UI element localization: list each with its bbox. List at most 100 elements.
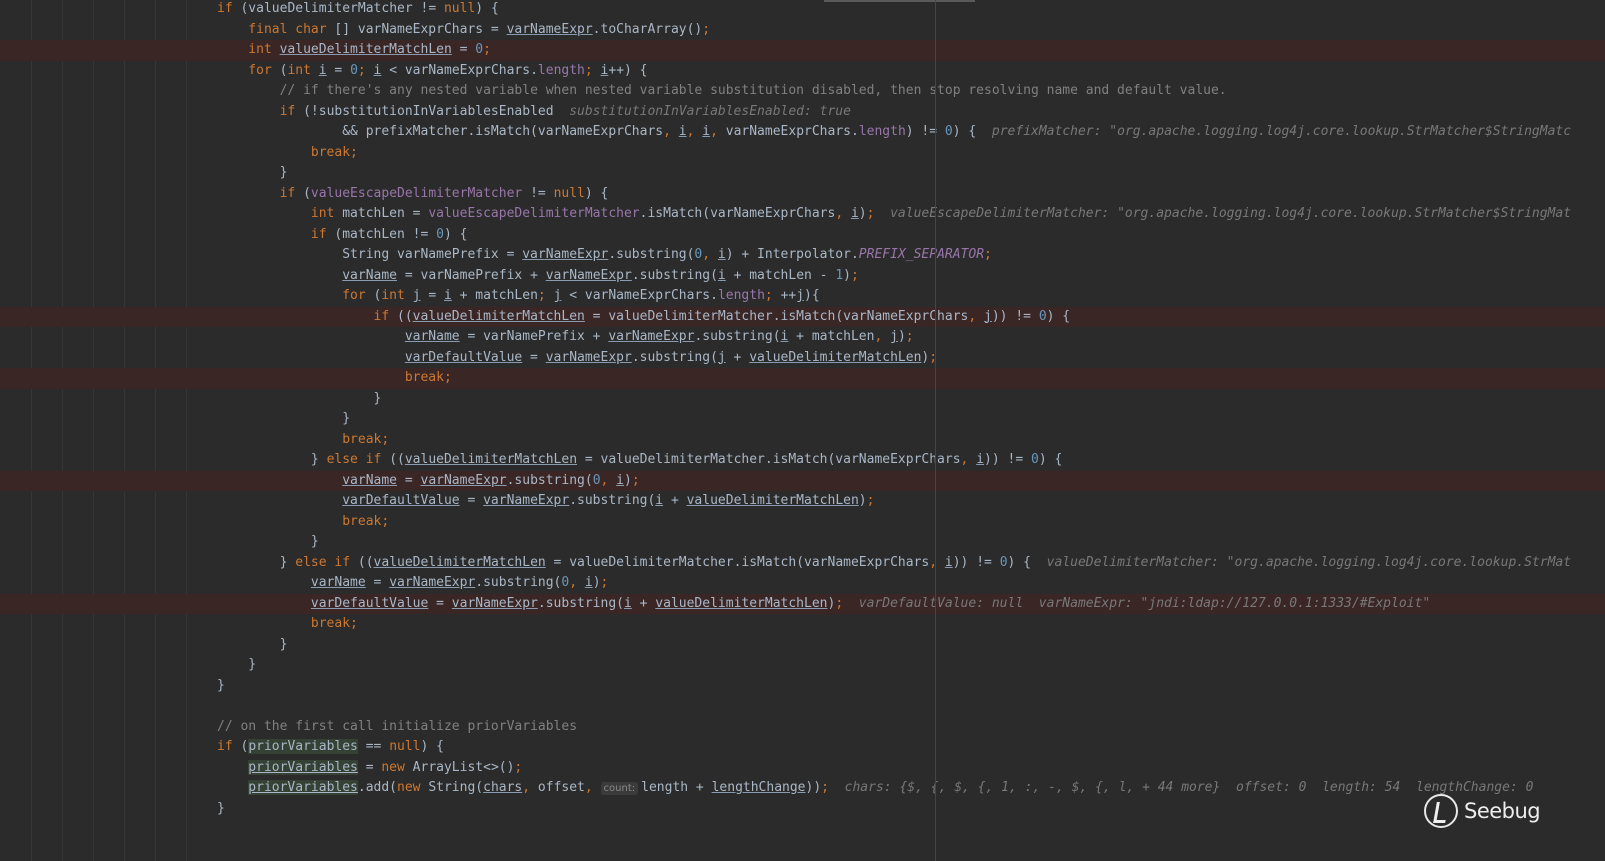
- code-line[interactable]: int matchLen = valueEscapeDelimiterMatch…: [0, 204, 1605, 225]
- code-line[interactable]: for (int i = 0; i < varNameExprChars.len…: [0, 61, 1605, 82]
- code-token: varDefaultValue: [404, 349, 523, 365]
- parameter-hint: count:: [600, 782, 639, 795]
- code-token: new: [381, 759, 413, 775]
- code-token: ((: [397, 308, 413, 324]
- code-token: 1: [835, 267, 844, 283]
- code-token: +: [631, 595, 656, 611]
- code-token: ,: [710, 124, 726, 139]
- code-token: j: [412, 288, 421, 303]
- line-text: varName = varNamePrefix + varNameExpr.su…: [217, 327, 914, 348]
- code-line[interactable]: varDefaultValue = varNameExpr.substring(…: [0, 348, 1605, 369]
- code-token: .isMatch(varNameExprChars: [639, 206, 836, 221]
- code-token: ,: [968, 308, 985, 324]
- code-line[interactable]: }: [0, 655, 1605, 676]
- code-editor[interactable]: if (valueDelimiterMatcher != null) {fina…: [0, 0, 1605, 819]
- code-line[interactable]: varName = varNameExpr.substring(0, i);: [0, 573, 1605, 594]
- code-token: + matchLen: [788, 329, 875, 344]
- code-line[interactable]: if (!substitutionInVariablesEnabled subs…: [0, 102, 1605, 123]
- code-line[interactable]: break;: [0, 430, 1605, 451]
- code-line[interactable]: } else if ((valueDelimiterMatchLen = val…: [0, 450, 1605, 471]
- watermark-text: Seebug: [1464, 799, 1541, 823]
- code-token: ArrayList<>(): [412, 759, 515, 775]
- code-line[interactable]: // if there's any nested variable when n…: [0, 81, 1605, 102]
- code-line[interactable]: varName = varNamePrefix + varNameExpr.su…: [0, 327, 1605, 348]
- code-line[interactable]: && prefixMatcher.isMatch(varNameExprChar…: [0, 122, 1605, 143]
- code-token: (: [303, 185, 311, 201]
- code-token: valueEscapeDelimiterMatcher: [310, 185, 523, 201]
- code-line[interactable]: varDefaultValue = varNameExpr.substring(…: [0, 491, 1605, 512]
- code-token: break;: [310, 616, 358, 631]
- code-line[interactable]: [0, 696, 1605, 717]
- code-token: int: [381, 288, 413, 303]
- code-token: ) {: [475, 1, 499, 16]
- code-token: }: [217, 677, 225, 693]
- line-text: varDefaultValue = varNameExpr.substring(…: [217, 491, 874, 512]
- line-text: int valueDelimiterMatchLen = 0;: [217, 40, 491, 61]
- code-token: i: [443, 288, 452, 303]
- code-token: ;: [483, 42, 491, 57]
- code-line[interactable]: priorVariables = new ArrayList<>();: [0, 758, 1605, 779]
- code-token: ,: [584, 780, 601, 795]
- code-line[interactable]: }: [0, 409, 1605, 430]
- code-line-breakpoint[interactable]: int valueDelimiterMatchLen = 0;: [0, 40, 1605, 61]
- code-line[interactable]: break;: [0, 143, 1605, 164]
- code-token: length: [858, 124, 906, 139]
- code-token: j: [984, 308, 992, 324]
- code-line[interactable]: }: [0, 532, 1605, 553]
- code-line[interactable]: // on the first call initialize priorVar…: [0, 717, 1605, 738]
- line-text: if ((valueDelimiterMatchLen = valueDelim…: [217, 307, 1071, 328]
- line-text: varDefaultValue = varNameExpr.substring(…: [217, 348, 937, 369]
- code-line[interactable]: if (valueEscapeDelimiterMatcher != null)…: [0, 184, 1605, 205]
- code-token: varNameExpr: [506, 21, 593, 37]
- code-line[interactable]: break;: [0, 614, 1605, 635]
- code-token: valueDelimiterMatchLen: [412, 308, 585, 324]
- code-token: i: [702, 124, 711, 139]
- code-token: =: [397, 472, 421, 488]
- code-token: break;: [404, 370, 452, 385]
- code-line[interactable]: if (matchLen != 0) {: [0, 225, 1605, 246]
- code-token: .toCharArray(): [592, 21, 703, 37]
- code-token: +: [663, 493, 687, 508]
- code-token: varName: [404, 329, 460, 344]
- code-line-breakpoint[interactable]: varName = varNameExpr.substring(0, i);: [0, 470, 1605, 491]
- code-line[interactable]: }: [0, 389, 1605, 410]
- code-line[interactable]: if (valueDelimiterMatcher != null) {: [0, 0, 1605, 20]
- code-token: ) {: [1007, 554, 1032, 570]
- code-line[interactable]: if (priorVariables == null) {: [0, 737, 1605, 758]
- code-line[interactable]: }: [0, 676, 1605, 697]
- code-line[interactable]: for (int j = i + matchLen; j < varNameEx…: [0, 286, 1605, 307]
- code-token: varNameExpr: [545, 267, 632, 283]
- code-line[interactable]: } else if ((valueDelimiterMatchLen = val…: [0, 553, 1605, 574]
- code-line[interactable]: final char [] varNameExprChars = varName…: [0, 20, 1605, 41]
- line-text: int matchLen = valueEscapeDelimiterMatch…: [217, 204, 1571, 225]
- code-token: ): [858, 493, 867, 508]
- line-text: for (int j = i + matchLen; j < varNameEx…: [217, 286, 819, 307]
- code-token: < varNameExprChars.: [381, 62, 538, 78]
- code-token: (!substitutionInVariablesEnabled: [303, 103, 554, 119]
- code-line-breakpoint[interactable]: break;: [0, 368, 1605, 389]
- code-token: int: [310, 206, 343, 221]
- code-line[interactable]: priorVariables.add(new String(chars, off…: [0, 778, 1605, 799]
- code-line-breakpoint[interactable]: if ((valueDelimiterMatchLen = valueDelim…: [0, 306, 1605, 328]
- code-line[interactable]: }: [0, 635, 1605, 656]
- code-token: varName: [310, 575, 366, 590]
- code-token: null: [389, 739, 421, 754]
- code-token: ,: [663, 124, 679, 139]
- code-token: for: [342, 288, 374, 303]
- code-line-breakpoint[interactable]: varDefaultValue = varNameExpr.substring(…: [0, 593, 1605, 614]
- code-line[interactable]: }: [0, 799, 1605, 820]
- code-token: i: [616, 472, 624, 488]
- code-line[interactable]: break;: [0, 512, 1605, 533]
- code-token: valueDelimiterMatchLen: [373, 554, 546, 570]
- code-line[interactable]: }: [0, 163, 1605, 184]
- code-token: .substring(: [694, 329, 781, 344]
- code-line[interactable]: String varNamePrefix = varNameExpr.subst…: [0, 245, 1605, 266]
- code-token: ) {: [443, 226, 468, 242]
- code-token: offset: [537, 780, 585, 795]
- code-token: 0: [1031, 452, 1039, 467]
- code-token: varNameExpr: [389, 575, 476, 590]
- code-token: }: [310, 452, 327, 467]
- code-token: ,: [600, 472, 617, 488]
- code-line[interactable]: varName = varNamePrefix + varNameExpr.su…: [0, 266, 1605, 287]
- code-token: ) {: [1046, 308, 1071, 324]
